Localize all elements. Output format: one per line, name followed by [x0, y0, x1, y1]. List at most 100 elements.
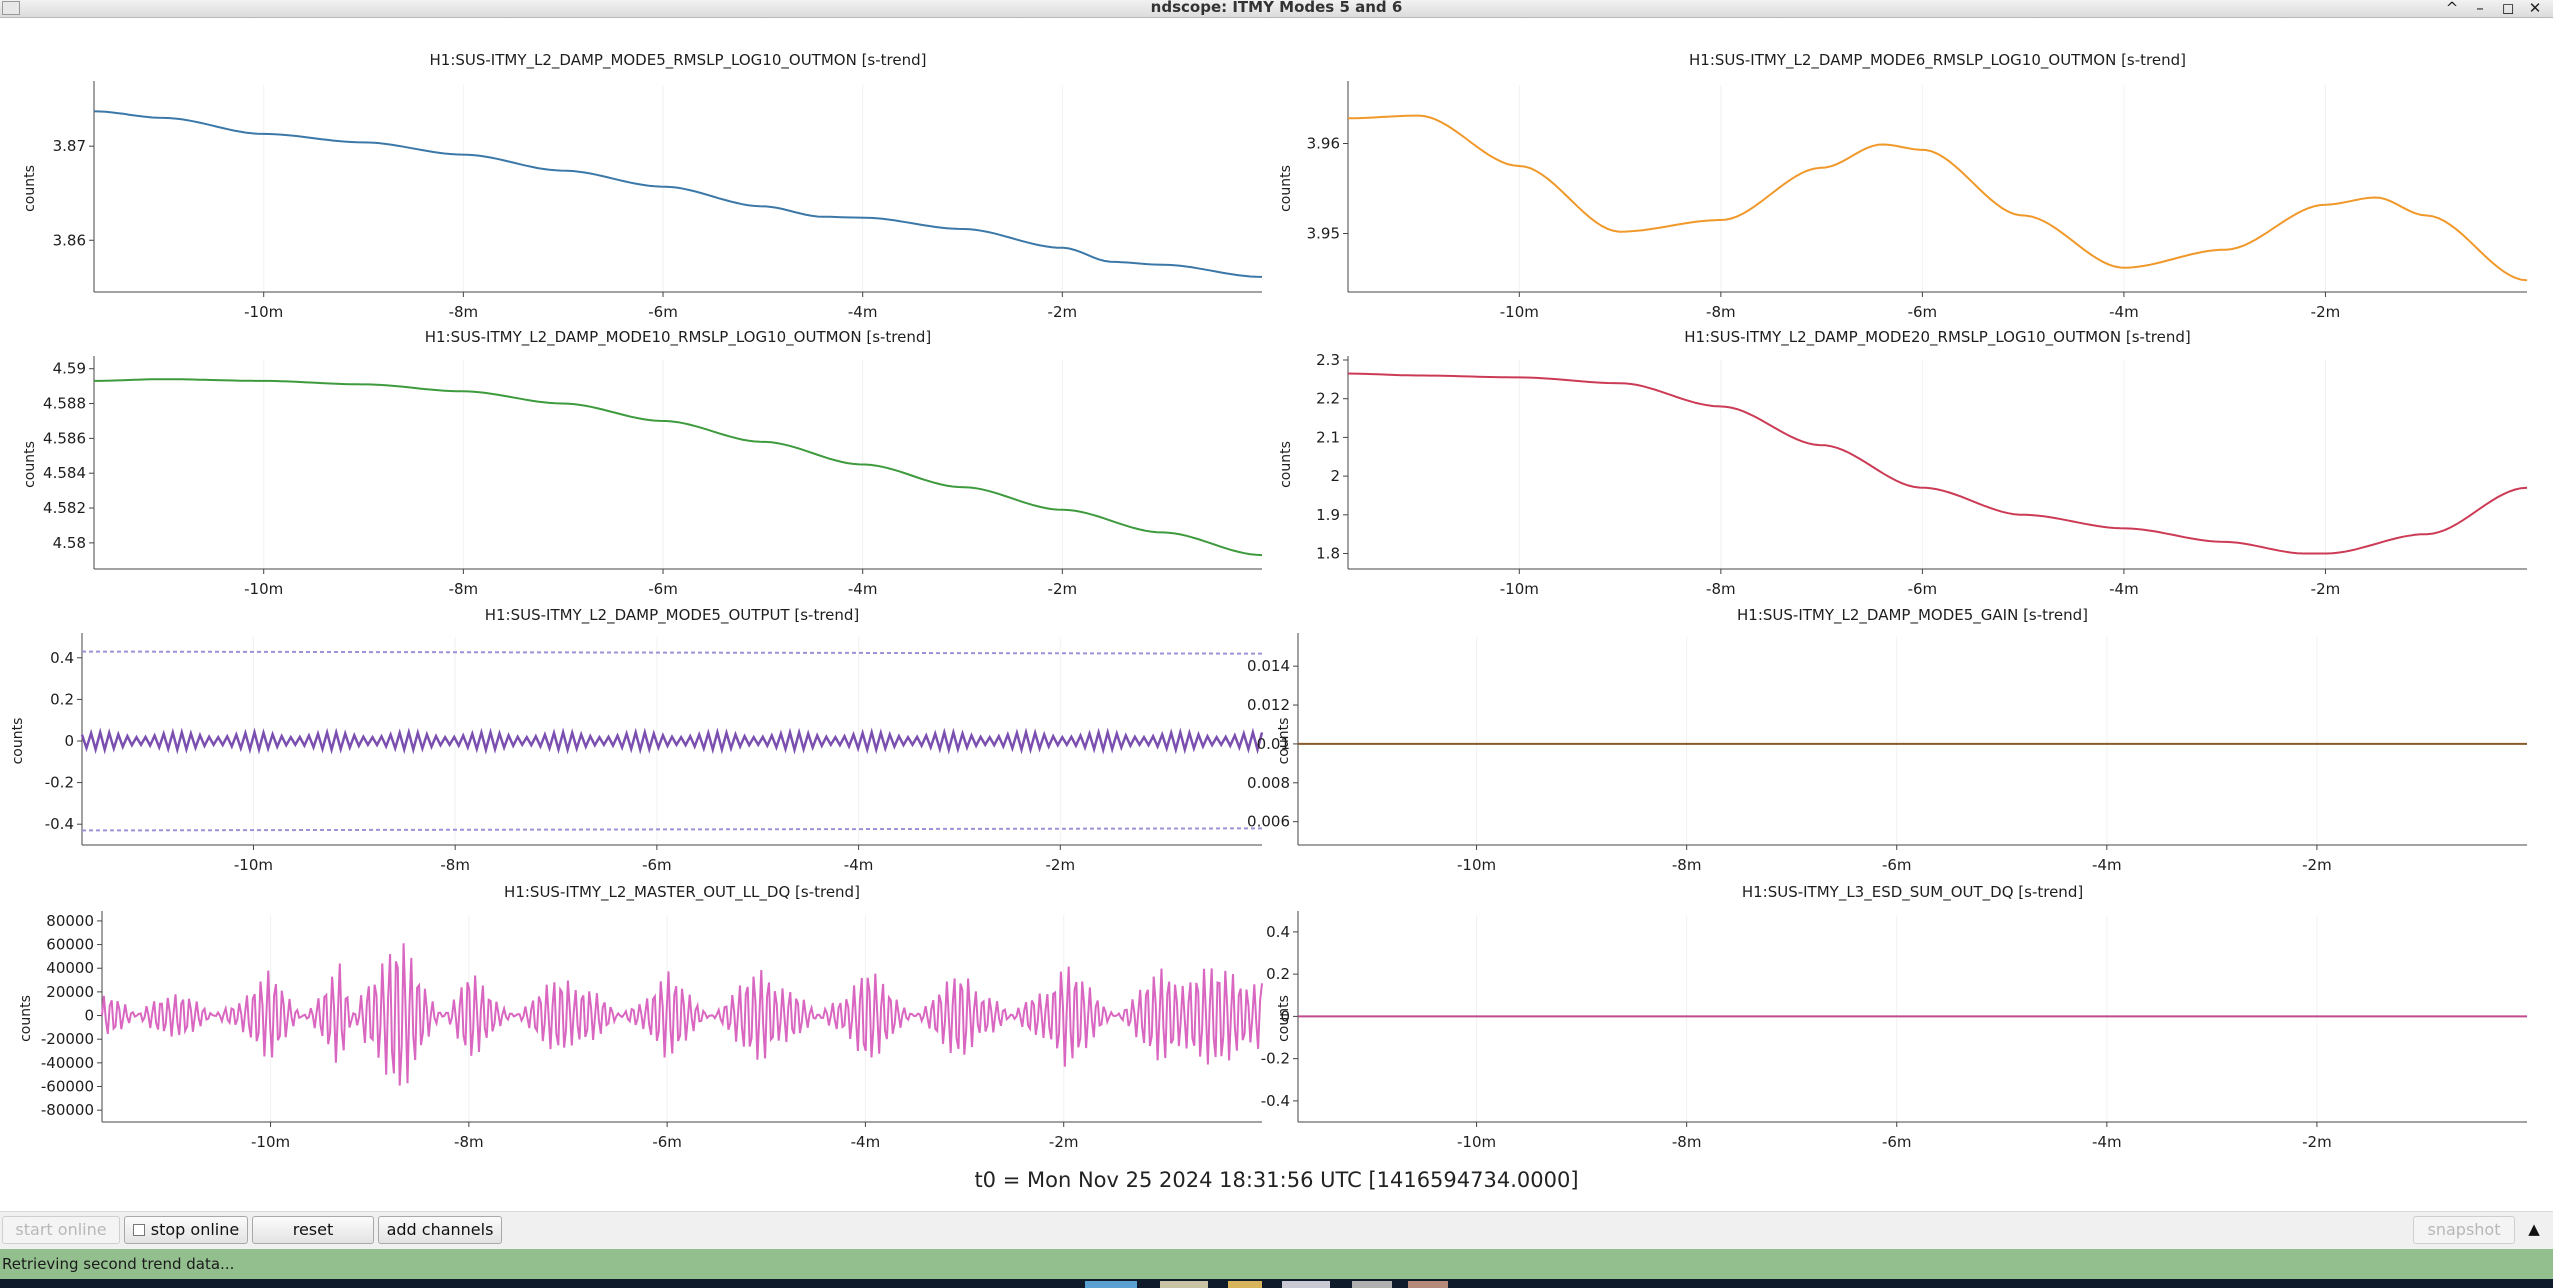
y-tick-label: 0 — [84, 1007, 94, 1025]
taskbar-item[interactable] — [1352, 1281, 1392, 1288]
y-tick-label: 0.01 — [1257, 735, 1290, 753]
y-axis-label: counts — [22, 165, 38, 212]
y-tick-label: 80000 — [46, 912, 94, 930]
y-axis-label: counts — [22, 441, 38, 488]
stop-online-checkbox[interactable] — [132, 1224, 145, 1236]
data-series — [94, 378, 1263, 557]
snapshot-button[interactable]: snapshot — [2413, 1216, 2515, 1244]
x-tick-label: -6m — [648, 303, 678, 321]
data-series — [1347, 372, 2528, 555]
y-axis-label: counts — [10, 718, 26, 765]
bottom-toolbar: start online stop online reset add chann… — [0, 1211, 2553, 1250]
taskbar-item[interactable] — [1228, 1281, 1262, 1288]
start-online-button[interactable]: start online — [2, 1216, 120, 1244]
window-title: ndscope: ITMY Modes 5 and 6 — [1150, 0, 1403, 16]
x-tick-label: -10m — [1500, 303, 1539, 321]
y-tick-label: 4.59 — [53, 360, 86, 378]
y-tick-label: 2.2 — [1316, 390, 1340, 408]
plot-panel[interactable]: H1:SUS-ITMY_L3_ESD_SUM_OUT_DQ [s-trend]c… — [1261, 883, 2527, 1151]
x-tick-label: -6m — [1908, 303, 1938, 321]
x-tick-label: -10m — [244, 580, 283, 598]
plot-title: H1:SUS-ITMY_L2_DAMP_MODE10_RMSLP_LOG10_O… — [425, 328, 932, 347]
plot-panel[interactable]: H1:SUS-ITMY_L2_DAMP_MODE20_RMSLP_LOG10_O… — [1278, 328, 2528, 598]
y-tick-label: 3.87 — [53, 137, 86, 155]
x-tick-label: -2m — [2311, 303, 2341, 321]
x-tick-label: -10m — [1457, 856, 1496, 874]
y-tick-label: 3.86 — [53, 231, 86, 249]
x-tick-label: -8m — [449, 303, 479, 321]
taskbar-item[interactable] — [1085, 1281, 1137, 1288]
window-close-button[interactable]: ✕ — [2525, 0, 2545, 16]
stop-online-button[interactable]: stop online — [124, 1216, 248, 1244]
plot-title: H1:SUS-ITMY_L2_DAMP_MODE20_RMSLP_LOG10_O… — [1684, 328, 2191, 347]
y-tick-label: 1.9 — [1316, 506, 1340, 524]
plot-panel[interactable]: H1:SUS-ITMY_L2_DAMP_MODE5_GAIN [s-trend]… — [1247, 606, 2527, 874]
y-tick-label: 40000 — [46, 959, 94, 977]
plot-title: H1:SUS-ITMY_L2_MASTER_OUT_LL_DQ [s-trend… — [504, 883, 860, 902]
data-series — [93, 110, 1263, 278]
x-tick-label: -8m — [454, 1133, 484, 1151]
y-tick-label: -60000 — [41, 1078, 94, 1096]
y-tick-label: 60000 — [46, 936, 94, 954]
x-tick-label: -10m — [234, 856, 273, 874]
plot-title: H1:SUS-ITMY_L2_DAMP_MODE5_GAIN [s-trend] — [1737, 606, 2088, 625]
x-tick-label: -10m — [251, 1133, 290, 1151]
data-series — [1347, 114, 2528, 282]
window-maximize-button[interactable]: ◻ — [2498, 0, 2518, 16]
x-tick-label: -4m — [848, 303, 878, 321]
plot-title: H1:SUS-ITMY_L2_DAMP_MODE5_OUTPUT [s-tren… — [485, 606, 860, 625]
y-axis-label: counts — [1278, 165, 1294, 212]
x-tick-label: -10m — [1500, 580, 1539, 598]
y-tick-label: 2.1 — [1316, 428, 1340, 446]
x-tick-label: -6m — [1882, 856, 1912, 874]
taskbar — [0, 1279, 2553, 1288]
y-tick-label: 0 — [1280, 1007, 1290, 1025]
x-tick-label: -8m — [440, 856, 470, 874]
plot-panel[interactable]: H1:SUS-ITMY_L2_DAMP_MODE5_OUTPUT [s-tren… — [10, 606, 1264, 874]
y-tick-label: 0.2 — [1266, 965, 1290, 983]
window-titlebar: ndscope: ITMY Modes 5 and 6 ^ – ◻ ✕ — [0, 0, 2553, 18]
x-tick-label: -6m — [1882, 1133, 1912, 1151]
taskbar-item[interactable] — [1282, 1281, 1330, 1288]
plot-panel[interactable]: H1:SUS-ITMY_L2_DAMP_MODE5_RMSLP_LOG10_OU… — [22, 51, 1263, 321]
x-tick-label: -2m — [2311, 580, 2341, 598]
x-tick-label: -6m — [648, 580, 678, 598]
status-text: Retrieving second trend data... — [2, 1255, 235, 1273]
window-shade-button[interactable]: ^ — [2442, 0, 2462, 16]
y-tick-label: 2.3 — [1316, 351, 1340, 369]
y-tick-label: 20000 — [46, 983, 94, 1001]
plot-panel[interactable]: H1:SUS-ITMY_L2_DAMP_MODE6_RMSLP_LOG10_OU… — [1278, 51, 2528, 321]
taskbar-item[interactable] — [1160, 1281, 1208, 1288]
x-tick-label: -2m — [1049, 1133, 1079, 1151]
y-tick-label: 0.008 — [1247, 774, 1290, 792]
plot-panel[interactable]: H1:SUS-ITMY_L2_DAMP_MODE10_RMSLP_LOG10_O… — [22, 328, 1263, 598]
plot-grid[interactable]: H1:SUS-ITMY_L2_DAMP_MODE5_RMSLP_LOG10_OU… — [0, 17, 2553, 1167]
taskbar-item[interactable] — [1408, 1281, 1448, 1288]
x-tick-label: -8m — [449, 580, 479, 598]
y-tick-label: 0.012 — [1247, 696, 1290, 714]
y-tick-label: -0.4 — [45, 815, 74, 833]
plot-panel[interactable]: H1:SUS-ITMY_L2_MASTER_OUT_LL_DQ [s-trend… — [18, 883, 1263, 1151]
envelope-series — [81, 827, 1263, 832]
x-tick-label: -8m — [1706, 580, 1736, 598]
y-tick-label: 4.584 — [43, 464, 86, 482]
y-tick-label: 0.2 — [50, 690, 74, 708]
envelope-series — [81, 650, 1263, 655]
add-channels-button[interactable]: add channels — [378, 1216, 502, 1244]
expand-arrow-icon[interactable]: ▲ — [2521, 1216, 2547, 1244]
y-tick-label: 0.006 — [1247, 813, 1290, 831]
x-tick-label: -4m — [848, 580, 878, 598]
x-tick-label: -4m — [851, 1133, 881, 1151]
x-tick-label: -4m — [844, 856, 874, 874]
window-minimize-button[interactable]: – — [2470, 0, 2490, 16]
y-tick-label: 4.588 — [43, 395, 86, 413]
plots-svg: H1:SUS-ITMY_L2_DAMP_MODE5_RMSLP_LOG10_OU… — [10, 51, 2528, 1151]
x-tick-label: -6m — [1908, 580, 1938, 598]
x-tick-label: -2m — [1048, 580, 1078, 598]
y-tick-label: -20000 — [41, 1030, 94, 1048]
reset-button[interactable]: reset — [252, 1216, 374, 1244]
x-tick-label: -6m — [642, 856, 672, 874]
x-tick-label: -4m — [2092, 1133, 2122, 1151]
x-tick-label: -8m — [1672, 856, 1702, 874]
x-tick-label: -6m — [652, 1133, 682, 1151]
